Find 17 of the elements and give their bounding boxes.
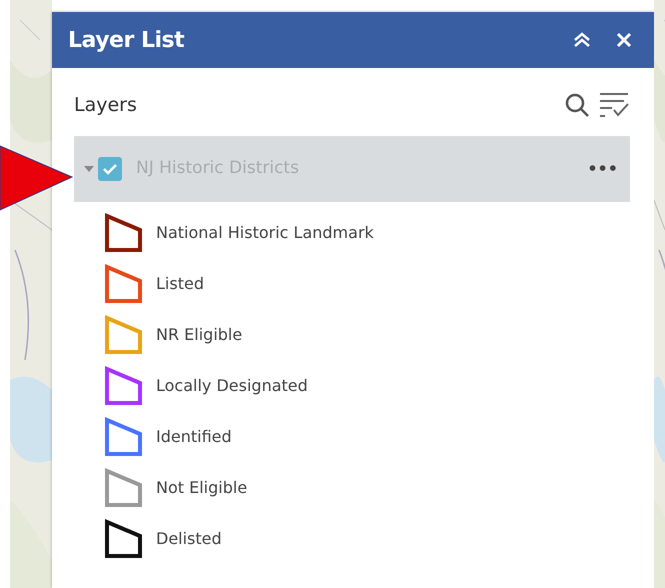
legend-label: Listed <box>156 272 204 294</box>
legend-label: Locally Designated <box>156 374 308 396</box>
filter-list-icon[interactable] <box>598 90 630 120</box>
more-options-button[interactable]: ••• <box>581 156 624 182</box>
search-icon[interactable] <box>564 92 590 118</box>
close-button[interactable] <box>616 32 632 48</box>
section-title: Layers <box>74 92 137 118</box>
legend-label: NR Eligible <box>156 324 242 346</box>
legend-label: Identified <box>156 426 232 448</box>
layer-checkbox[interactable] <box>98 157 122 181</box>
legend-label: Delisted <box>156 528 222 550</box>
legend-label: Not Eligible <box>156 476 248 498</box>
panel-title: Layer List <box>68 26 184 54</box>
legend-label: National Historic Landmark <box>156 222 374 244</box>
collapse-button[interactable] <box>572 31 592 49</box>
expand-caret-icon[interactable] <box>84 165 94 173</box>
checkmark-icon <box>102 162 118 176</box>
